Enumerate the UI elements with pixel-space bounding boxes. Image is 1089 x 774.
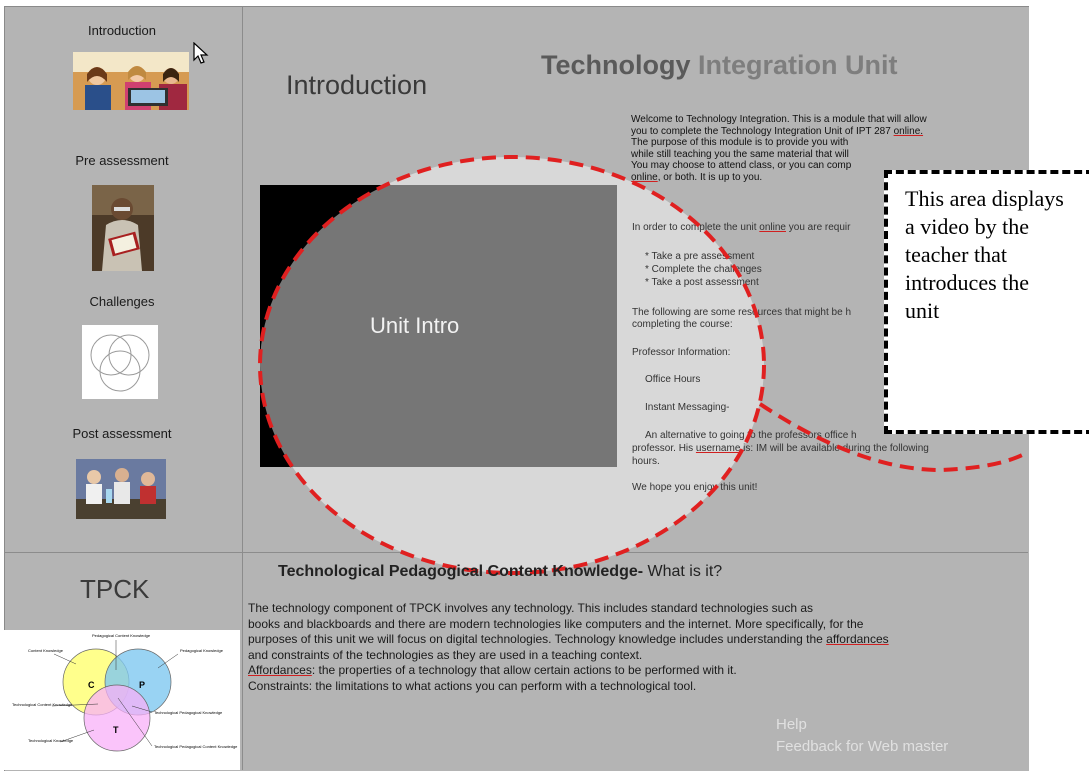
venn-label-p: P	[139, 680, 145, 690]
venn-text-tk: Technological Knowledge	[28, 738, 74, 743]
venn-text-tck: Technological Content Knowledge	[12, 702, 73, 707]
tpck-line: The technology component of TPCK involve…	[248, 601, 814, 615]
affordances-link: affordances	[826, 632, 889, 646]
tpck-heading: Technological Pedagogical Content Knowle…	[278, 563, 722, 581]
callout-text: This area displays a video by the teache…	[905, 186, 1064, 323]
tpck-heading-bold: Technological Pedagogical Content Knowle…	[278, 563, 644, 580]
tpck-side-title: TPCK	[80, 574, 150, 604]
tpck-line: purposes of this unit we will focus on d…	[248, 632, 889, 646]
affordances-term: Affordances	[248, 663, 312, 677]
help-link[interactable]: Help	[776, 716, 807, 733]
tpck-line: Constraints: the limitations to what act…	[248, 678, 697, 693]
venn-text-pck: Pedagogical Content Knowledge	[92, 633, 151, 638]
tpck-body: The technology component of TPCK involve…	[248, 601, 1018, 694]
venn-text-tpck: Technological Pedagogical Content Knowle…	[154, 744, 238, 749]
feedback-link[interactable]: Feedback for Web master	[776, 738, 948, 755]
tpck-line: and constraints of the technologies as t…	[248, 647, 643, 662]
venn-label-c: C	[88, 680, 95, 690]
venn-text-pk: Pedagogical Knowledge	[180, 648, 224, 653]
tpck-line: Affordances: the properties of a technol…	[248, 663, 737, 677]
venn-text-tpk: Technological Pedagogical Knowledge	[154, 710, 223, 715]
venn-label-t: T	[113, 725, 119, 735]
tpck-venn-diagram: C P T Content Knowledge Pedagogical Cont…	[4, 630, 240, 770]
tpck-heading-rest: What is it?	[643, 563, 723, 580]
venn-text-ck: Content Knowledge	[28, 648, 64, 653]
tpck-line: books and blackboards and there are mode…	[248, 616, 864, 631]
